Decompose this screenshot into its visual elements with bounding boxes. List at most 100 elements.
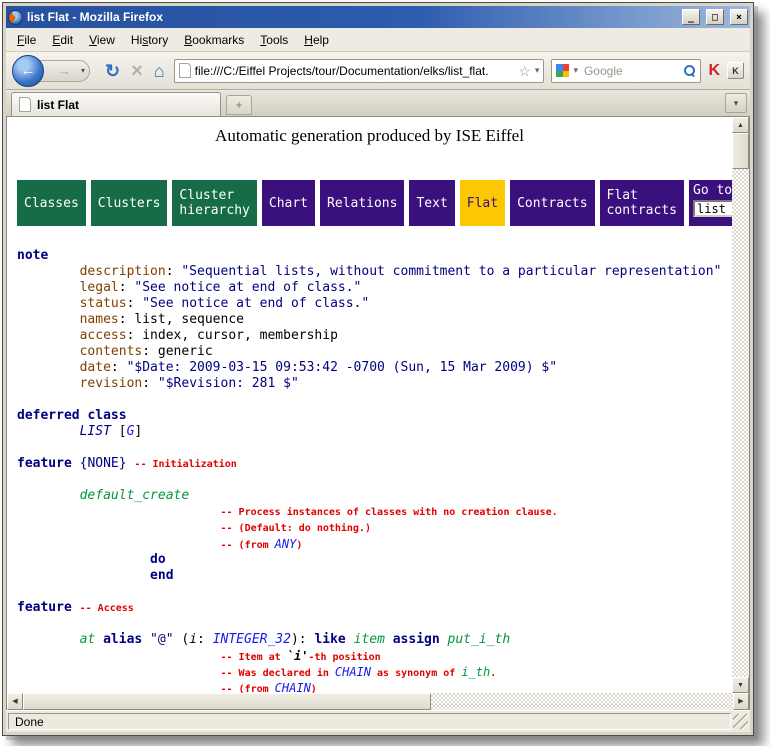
bookmark-star-icon[interactable]: ☆ xyxy=(518,64,531,78)
class-link[interactable]: CHAIN xyxy=(275,681,311,693)
window-title: list Flat - Mozilla Firefox xyxy=(27,10,676,24)
engine-dropdown-icon[interactable]: ▾ xyxy=(573,66,578,75)
history-dropdown-icon[interactable]: ▾ xyxy=(81,66,85,75)
code-segment: "Sequential lists, without commitment to… xyxy=(181,264,721,279)
code-segment: : xyxy=(142,376,158,391)
code-segment: feature xyxy=(17,600,72,615)
virtual-keyboard-icon[interactable]: K xyxy=(727,62,744,79)
code-segment: : list, sequence xyxy=(119,312,244,327)
stop-button[interactable]: × xyxy=(129,61,145,81)
code-line: status: "See notice at end of class." xyxy=(17,296,732,312)
menu-edit[interactable]: Edit xyxy=(44,30,81,50)
code-segment: -- Item at xyxy=(220,652,286,663)
search-input[interactable] xyxy=(582,63,679,79)
url-input[interactable] xyxy=(195,64,515,78)
vertical-scrollbar[interactable]: ▲ ▼ xyxy=(732,117,749,693)
code-segment: : generic xyxy=(142,344,212,359)
reload-button[interactable]: ↻ xyxy=(103,62,122,80)
menu-bookmarks[interactable]: Bookmarks xyxy=(176,30,252,50)
menu-view[interactable]: View xyxy=(81,30,123,50)
nav-btn-clusters[interactable]: Clusters xyxy=(91,180,168,226)
nav-btn-text[interactable]: Text xyxy=(409,180,454,226)
nav-btn-classes[interactable]: Classes xyxy=(17,180,86,226)
nav-btn-chart[interactable]: Chart xyxy=(262,180,315,226)
minimize-button[interactable]: _ xyxy=(682,9,700,25)
url-dropdown-icon[interactable]: ▾ xyxy=(535,66,540,75)
resize-grip[interactable] xyxy=(733,714,748,729)
code-segment: -- Was declared in xyxy=(220,668,334,679)
code-line xyxy=(17,440,732,456)
code-line: -- Process instances of classes with no … xyxy=(17,504,732,520)
home-button[interactable]: ⌂ xyxy=(152,62,167,80)
menu-bar: FileEditViewHistoryBookmarksToolsHelp xyxy=(6,28,750,52)
menu-file[interactable]: File xyxy=(9,30,44,50)
code-segment: "@" xyxy=(142,632,181,647)
code-line: names: list, sequence xyxy=(17,312,732,328)
scroll-down-button[interactable]: ▼ xyxy=(732,677,749,693)
back-button[interactable]: ← xyxy=(12,55,44,87)
code-segment: : xyxy=(119,280,135,295)
close-button[interactable]: × xyxy=(730,9,748,25)
code-segment: ] xyxy=(134,424,142,439)
code-line: -- (Default: do nothing.) xyxy=(17,520,732,536)
nav-btn-flat[interactable]: Flat xyxy=(460,180,505,226)
code-line: default_create xyxy=(17,488,732,504)
list-tabs-button[interactable]: ▾ xyxy=(725,93,747,113)
code-segment: -- Process instances of classes with no … xyxy=(220,507,557,518)
code-line xyxy=(17,584,732,600)
nav-btn-flat-contracts[interactable]: Flatcontracts xyxy=(600,180,684,226)
code-line: date: "$Date: 2009-03-15 09:53:42 -0700 … xyxy=(17,360,732,376)
nav-btn-cluster-hierarchy[interactable]: Clusterhierarchy xyxy=(172,180,256,226)
browser-window: list Flat - Mozilla Firefox _ □ × FileEd… xyxy=(2,2,754,736)
code-segment: LIST xyxy=(80,424,111,439)
horizontal-scroll-track[interactable] xyxy=(431,693,733,710)
code-segment: deferred class xyxy=(17,408,127,423)
tab-bar: list Flat + ▾ xyxy=(6,90,750,117)
tab-list-flat[interactable]: list Flat xyxy=(11,92,221,116)
code-segment xyxy=(95,632,103,647)
horizontal-scrollbar[interactable]: ◀ ▶ xyxy=(6,693,750,710)
code-segment: note xyxy=(17,248,48,263)
menu-history[interactable]: History xyxy=(123,30,176,50)
code-line: -- Was declared in CHAIN as synonym of i… xyxy=(17,664,732,680)
vertical-scroll-track[interactable] xyxy=(732,169,749,677)
code-segment: : xyxy=(166,264,182,279)
code-line: access: index, cursor, membership xyxy=(17,328,732,344)
class-link[interactable]: INTEGER_32 xyxy=(213,632,291,647)
nav-btn-contracts[interactable]: Contracts xyxy=(510,180,594,226)
code-segment: put_i_th xyxy=(448,632,511,647)
maximize-button[interactable]: □ xyxy=(706,9,724,25)
scroll-right-button[interactable]: ▶ xyxy=(733,693,749,710)
code-segment: ) xyxy=(296,540,302,551)
horizontal-scroll-thumb[interactable] xyxy=(23,693,431,710)
code-line xyxy=(17,392,732,408)
code-segment: status xyxy=(80,296,127,311)
code-segment: i_th xyxy=(461,665,490,679)
code-segment: contents xyxy=(80,344,143,359)
goto-label: Go to: xyxy=(693,183,732,198)
scroll-up-button[interactable]: ▲ xyxy=(732,117,749,133)
class-link[interactable]: CHAIN xyxy=(335,665,371,679)
code-line: end xyxy=(17,568,732,584)
search-icon[interactable] xyxy=(683,64,696,77)
vertical-scroll-thumb[interactable] xyxy=(732,133,749,169)
code-segment: "$Revision: 281 $" xyxy=(158,376,299,391)
menu-help[interactable]: Help xyxy=(296,30,337,50)
code-line: -- (from ANY) xyxy=(17,536,732,552)
code-segment: legal xyxy=(80,280,119,295)
code-segment: ) xyxy=(311,684,317,693)
code-line: revision: "$Revision: 281 $" xyxy=(17,376,732,392)
code-segment: i xyxy=(189,632,197,647)
code-segment: "See notice at end of class." xyxy=(142,296,369,311)
google-icon[interactable] xyxy=(556,64,569,77)
new-tab-button[interactable]: + xyxy=(226,95,252,115)
kaspersky-icon[interactable]: K xyxy=(708,63,720,79)
scroll-left-button[interactable]: ◀ xyxy=(7,693,23,710)
code-segment: -- (from xyxy=(220,684,274,693)
class-link[interactable]: ANY xyxy=(275,537,297,551)
menu-tools[interactable]: Tools xyxy=(252,30,296,50)
search-box: ▾ xyxy=(551,59,701,83)
code-line: feature -- Access xyxy=(17,600,732,616)
goto-input[interactable] xyxy=(693,200,732,217)
nav-btn-relations[interactable]: Relations xyxy=(320,180,404,226)
